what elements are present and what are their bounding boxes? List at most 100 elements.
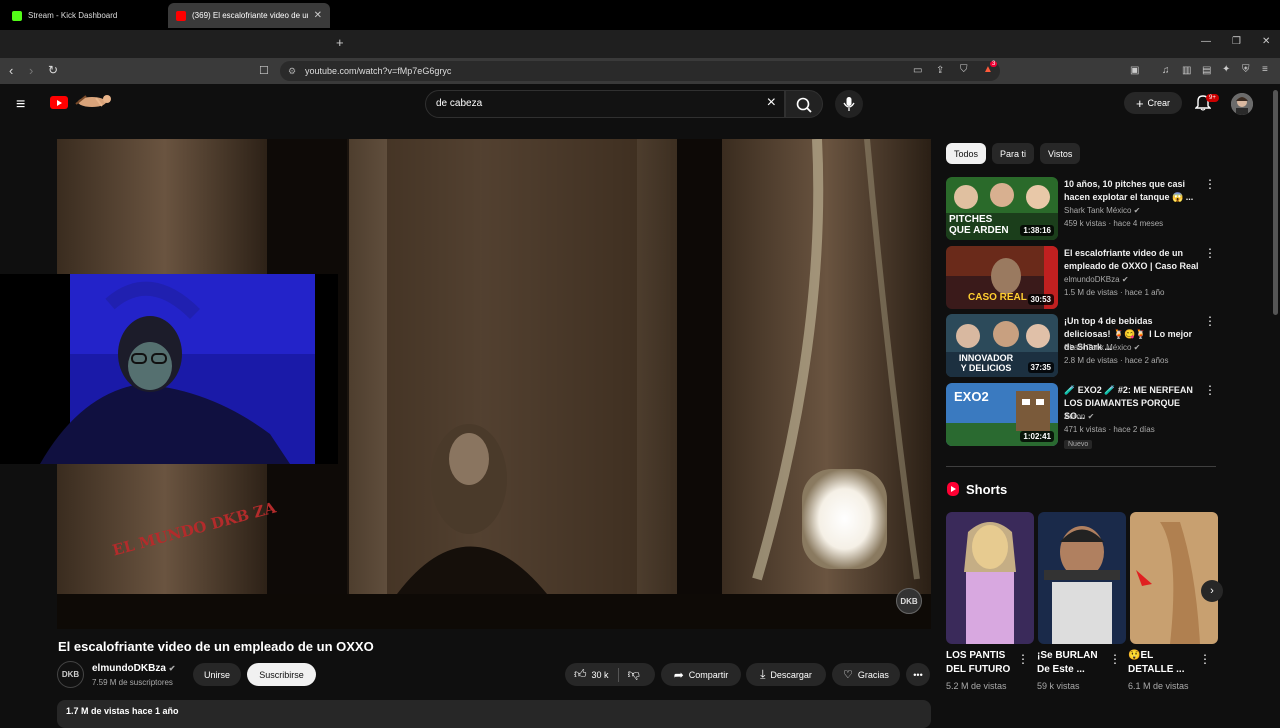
recommendation-item[interactable]: EXO2 1:02:41 🧪 EXO2 🧪 #2: ME NERFEAN LOS… [946, 383, 1216, 449]
screenshot-icon[interactable]: ▣ [1130, 65, 1139, 76]
music-icon[interactable]: ♫ [1162, 65, 1170, 76]
video-channel-logo[interactable]: DKB [896, 588, 922, 614]
channel-name-text[interactable]: elmundoDKBza [92, 663, 166, 674]
chip-for-you[interactable]: Para ti [992, 143, 1035, 164]
channel-name[interactable]: elmundoDKBza ✔ [92, 663, 175, 674]
short-title[interactable]: ¡Se BURLAN De Este ... [1037, 649, 1107, 677]
video-thumbnail[interactable]: CASO REAL 30:53 [946, 246, 1058, 309]
recommendation-item[interactable]: CASO REAL 30:53 El escalofriante video d… [946, 246, 1216, 310]
thumbnail-text: INNOVADOR Y DELICIOS [958, 353, 1014, 373]
more-options-icon[interactable]: ⋮ [1204, 246, 1216, 260]
like-button[interactable]: 👍︎ 30 k [574, 667, 609, 682]
short-title[interactable]: LOS PANTIS DEL FUTURO [946, 649, 1016, 677]
vpn-icon[interactable]: ⛨ [1242, 64, 1250, 75]
recommendation-channel[interactable]: Shark Tank México ✔ [1064, 206, 1140, 215]
short-title[interactable]: 😲EL DETALLE ... [1128, 649, 1198, 677]
close-tab-icon[interactable]: ✕ [314, 10, 322, 21]
thumbnail-text: CASO REAL [968, 292, 1027, 303]
create-button[interactable]: + Crear [1124, 92, 1182, 114]
subscriber-count: 7.59 M de suscriptores [92, 678, 173, 687]
short-views: 5.2 M de vistas [946, 681, 1007, 691]
more-options-icon[interactable]: ⋮ [1204, 177, 1216, 191]
more-actions-icon[interactable]: ••• [906, 663, 930, 686]
notifications-badge: 9+ [1206, 94, 1219, 102]
chip-watched[interactable]: Vistos [1040, 143, 1081, 164]
subscribe-button[interactable]: Suscribirse [247, 663, 316, 686]
browser-tab-kick[interactable]: Stream - Kick Dashboard [4, 3, 164, 28]
description-box[interactable]: 1.7 M de vistas hace 1 año [57, 700, 931, 728]
recommendation-item[interactable]: INNOVADOR Y DELICIOS 37:35 ¡Un top 4 de … [946, 314, 1216, 378]
verified-icon: ✔ [1131, 206, 1141, 215]
video-duration: 1:38:16 [1020, 225, 1054, 236]
dislike-button[interactable]: 👎︎ [628, 667, 640, 682]
minimize-icon[interactable]: — [1201, 36, 1211, 47]
more-options-icon[interactable]: ⋮ [1017, 652, 1029, 666]
short-thumbnail[interactable] [1130, 512, 1218, 644]
doodle-icon[interactable] [72, 92, 114, 110]
recommendation-title[interactable]: El escalofriante video de un empleado de… [1064, 247, 1200, 273]
wallet-icon[interactable]: ▤ [1202, 65, 1211, 76]
download-label: Descargar [770, 669, 812, 680]
more-options-icon[interactable]: ⋮ [1199, 652, 1211, 666]
more-options-icon[interactable]: ⋮ [1204, 314, 1216, 328]
new-tab-button[interactable]: + [336, 35, 344, 50]
channel-text[interactable]: Auron [1064, 412, 1085, 421]
more-options-icon[interactable]: ⋮ [1109, 652, 1121, 666]
bookmark-icon[interactable]: ☐ [259, 64, 269, 77]
short-thumbnail[interactable] [1038, 512, 1126, 644]
thumbnail-text: PITCHES QUE ARDEN [949, 214, 1009, 236]
video-thumbnail[interactable]: PITCHES QUE ARDEN 1:38:16 [946, 177, 1058, 240]
video-thumbnail[interactable]: INNOVADOR Y DELICIOS 37:35 [946, 314, 1058, 377]
join-button[interactable]: Unirse [193, 663, 241, 686]
recommendation-channel[interactable]: Auron ✔ [1064, 412, 1094, 421]
video-thumbnail[interactable]: EXO2 1:02:41 [946, 383, 1058, 446]
recommendation-item[interactable]: PITCHES QUE ARDEN 1:38:16 10 años, 10 pi… [946, 177, 1216, 241]
browser-menu-icon[interactable]: ≡ [1262, 64, 1268, 75]
search-input[interactable]: de cabeza [436, 98, 482, 109]
recommendation-title[interactable]: 10 años, 10 pitches que casi hacen explo… [1064, 178, 1200, 204]
maximize-icon[interactable]: ❐ [1232, 36, 1241, 47]
thanks-button[interactable]: ♡ Gracias [832, 663, 900, 686]
search-box[interactable]: de cabeza × [425, 90, 785, 118]
channel-text[interactable]: elmundoDKBza [1064, 275, 1120, 284]
back-icon[interactable]: ‹ [9, 63, 13, 78]
share-label: Compartir [688, 669, 729, 680]
account-avatar[interactable] [1231, 93, 1253, 115]
share-page-icon[interactable]: ⇪ [936, 65, 944, 76]
download-button[interactable]: ⤓ Descargar [746, 663, 826, 686]
video-duration: 30:53 [1027, 294, 1054, 305]
thumbnail-text: EXO2 [954, 389, 989, 404]
close-window-icon[interactable]: ✕ [1262, 36, 1270, 47]
youtube-logo-icon[interactable] [50, 96, 68, 109]
recommendation-channel[interactable]: elmundoDKBza ✔ [1064, 275, 1129, 284]
reload-icon[interactable]: ↻ [48, 63, 58, 77]
hamburger-menu-icon[interactable]: ≡ [16, 96, 25, 114]
clear-search-icon[interactable]: × [767, 94, 776, 112]
sidebar-icon[interactable]: ▥ [1182, 65, 1191, 76]
like-dislike-group: 👍︎ 30 k 👎︎ [565, 663, 655, 686]
browser-tab-youtube[interactable]: (369) El escalofriante video de un ✕ [168, 3, 330, 28]
chip-all[interactable]: Todos [946, 143, 987, 164]
more-options-icon[interactable]: ⋮ [1204, 383, 1216, 397]
brave-shield-icon[interactable]: ⛉ [960, 64, 968, 75]
channel-avatar[interactable]: DKB [57, 661, 84, 688]
cast-icon[interactable]: ▭ [913, 65, 922, 76]
filter-chips: Todos Para ti Vistos [946, 143, 1081, 164]
shorts-next-arrow-icon[interactable]: › [1201, 580, 1223, 602]
verified-icon: ✔ [1085, 412, 1095, 421]
new-badge: Nuevo [1064, 440, 1093, 449]
leo-ai-icon[interactable]: ✦ [1222, 64, 1230, 75]
address-bar[interactable]: ⚙ youtube.com/watch?v=fMp7eG6gryc [280, 61, 1000, 81]
channel-text[interactable]: Shark Tank México [1064, 206, 1131, 215]
forward-icon[interactable]: › [29, 63, 33, 78]
channel-text[interactable]: Shark Tank México [1064, 343, 1131, 352]
page-scrollbar[interactable] [1273, 90, 1278, 315]
search-button[interactable] [785, 90, 823, 118]
share-button[interactable]: ➦ Compartir [661, 663, 741, 686]
voice-search-button[interactable] [835, 90, 863, 118]
short-thumbnail[interactable] [946, 512, 1034, 644]
webcam-feed [0, 274, 338, 464]
recommendation-channel[interactable]: Shark Tank México ✔ [1064, 343, 1140, 352]
search-icon [796, 97, 812, 113]
site-info-icon[interactable]: ⚙ [288, 61, 296, 81]
